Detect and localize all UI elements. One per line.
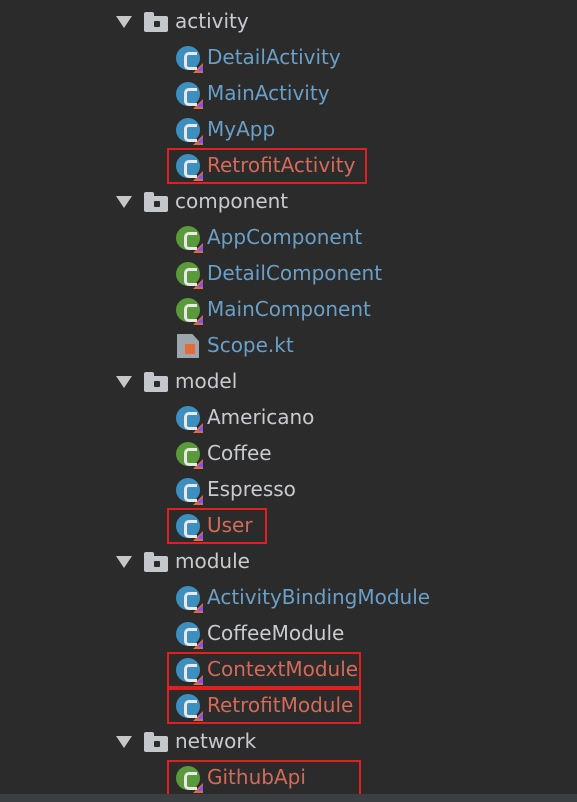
expand-arrow-icon[interactable]	[116, 196, 132, 208]
file-label: Scope.kt	[207, 333, 294, 357]
package-label: component	[175, 189, 289, 213]
kotlin-badge-icon	[193, 279, 203, 289]
kotlin-badge-icon	[193, 423, 203, 433]
file-row-myapp[interactable]: MyApp	[0, 112, 577, 148]
package-folder-icon	[144, 732, 168, 752]
file-label: CoffeeModule	[207, 621, 345, 645]
kotlin-badge-icon	[193, 495, 203, 505]
file-row-espresso[interactable]: Espresso	[0, 472, 577, 508]
highlight-box	[167, 148, 367, 184]
package-label: module	[175, 549, 250, 573]
package-row-activity[interactable]: activity	[0, 4, 577, 40]
kotlin-class-icon	[176, 82, 203, 109]
file-label: MyApp	[207, 117, 276, 141]
file-label: ActivityBindingModule	[207, 585, 431, 609]
package-folder-icon	[144, 192, 168, 212]
package-label: model	[175, 369, 238, 393]
highlight-box	[167, 508, 267, 544]
file-label: Espresso	[207, 477, 296, 501]
package-folder-icon	[144, 372, 168, 392]
kotlin-interface-icon	[176, 442, 203, 469]
file-row-retrofitmodule[interactable]: RetrofitModule	[0, 688, 577, 724]
kotlin-badge-icon	[193, 603, 203, 613]
package-row-module[interactable]: module	[0, 544, 577, 580]
kotlin-badge-icon	[193, 315, 203, 325]
kotlin-class-icon	[176, 406, 203, 433]
kotlin-badge-icon	[193, 243, 203, 253]
kotlin-badge-icon	[193, 99, 203, 109]
kotlin-badge-icon	[193, 639, 203, 649]
expand-arrow-icon[interactable]	[116, 556, 132, 568]
package-label: activity	[175, 9, 249, 33]
kotlin-abstract-class-icon	[176, 622, 203, 649]
file-row-americano[interactable]: Americano	[0, 400, 577, 436]
expand-arrow-icon[interactable]	[116, 736, 132, 748]
kotlin-interface-icon	[176, 262, 203, 289]
file-label: Coffee	[207, 441, 272, 465]
expand-arrow-icon[interactable]	[116, 376, 132, 388]
kotlin-class-icon	[176, 118, 203, 145]
kotlin-badge-icon	[193, 135, 203, 145]
file-label: DetailComponent	[207, 261, 383, 285]
file-row-user[interactable]: User	[0, 508, 577, 544]
package-row-component[interactable]: component	[0, 184, 577, 220]
highlight-box	[167, 688, 361, 724]
file-row-appcomponent[interactable]: AppComponent	[0, 220, 577, 256]
file-row-githubapi[interactable]: GithubApi	[0, 760, 577, 796]
file-row-detailactivity[interactable]: DetailActivity	[0, 40, 577, 76]
status-bar-strip	[0, 794, 577, 802]
package-label: network	[175, 729, 257, 753]
file-row-activitybindingmodule[interactable]: ActivityBindingModule	[0, 580, 577, 616]
file-row-maincomponent[interactable]: MainComponent	[0, 292, 577, 328]
highlight-box	[167, 652, 361, 688]
file-label: MainActivity	[207, 81, 330, 105]
expand-arrow-icon[interactable]	[116, 16, 132, 28]
package-row-model[interactable]: model	[0, 364, 577, 400]
kotlin-badge-icon	[193, 459, 203, 469]
kotlin-abstract-class-icon	[176, 586, 203, 613]
file-row-coffeemodule[interactable]: CoffeeModule	[0, 616, 577, 652]
highlight-box	[167, 760, 361, 796]
file-row-contextmodule[interactable]: ContextModule	[0, 652, 577, 688]
file-label: DetailActivity	[207, 45, 341, 69]
package-folder-icon	[144, 552, 168, 572]
file-row-coffee[interactable]: Coffee	[0, 436, 577, 472]
kotlin-class-icon	[176, 478, 203, 505]
kotlin-interface-icon	[176, 226, 203, 253]
file-label: Americano	[207, 405, 315, 429]
file-row-scope-kt[interactable]: Scope.kt	[0, 328, 577, 364]
file-row-mainactivity[interactable]: MainActivity	[0, 76, 577, 112]
kotlin-badge-icon	[193, 63, 203, 73]
file-row-retrofitactivity[interactable]: RetrofitActivity	[0, 148, 577, 184]
file-row-detailcomponent[interactable]: DetailComponent	[0, 256, 577, 292]
package-row-network[interactable]: network	[0, 724, 577, 760]
file-label: MainComponent	[207, 297, 371, 321]
file-label: AppComponent	[207, 225, 363, 249]
kotlin-interface-icon	[176, 298, 203, 325]
kotlin-file-icon	[177, 334, 199, 358]
package-folder-icon	[144, 12, 168, 32]
kotlin-class-icon	[176, 46, 203, 73]
